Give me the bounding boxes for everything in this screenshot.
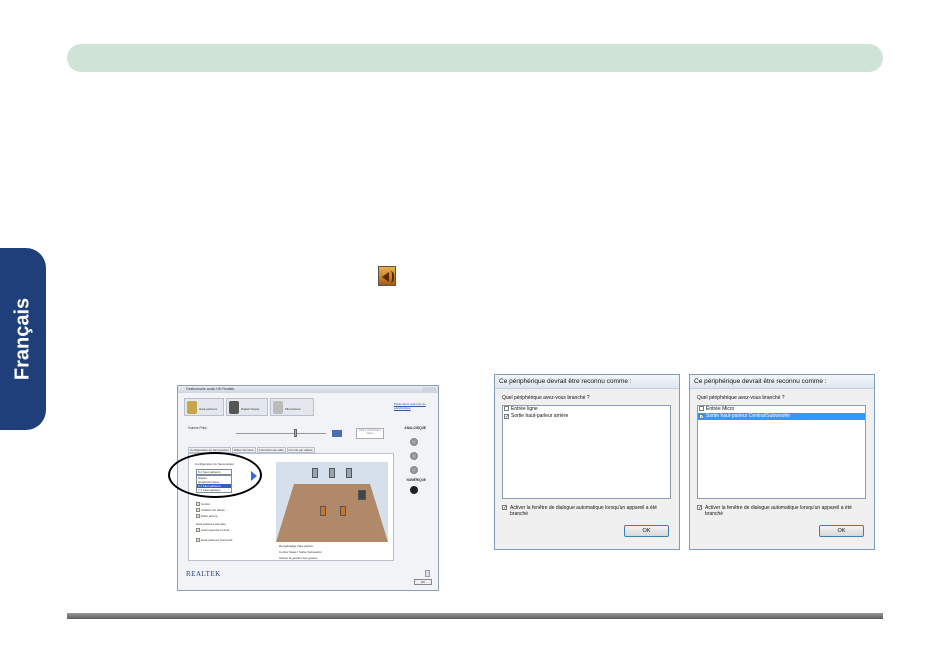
- check-rear-pair[interactable]: Paire arrière: [196, 514, 218, 519]
- dialog-1-ok-button[interactable]: OK: [624, 525, 669, 537]
- check-subwoofer-label: Caisson de basse: [201, 508, 225, 512]
- subwoofer-icon[interactable]: [358, 490, 366, 500]
- language-label: Français: [11, 297, 34, 381]
- list-item-label: Sortie haut-parleur arrière: [511, 413, 569, 419]
- digital-jack[interactable]: [410, 486, 418, 494]
- dialog-2-question: Quel périphérique avez-vous branché ?: [697, 395, 785, 401]
- list-item-selected[interactable]: ✓ Sortie haut-parleur Central/Subwoofer: [698, 413, 865, 420]
- checkbox[interactable]: [699, 406, 704, 411]
- option-center-swap[interactable]: Centre Swap / Sortie Subwoofer: [279, 550, 322, 554]
- header-bar: [67, 44, 883, 72]
- device-detection-dialog-2: Ce périphérique devrait être reconnu com…: [689, 374, 875, 550]
- analog-label: ANALOGIQUE: [404, 426, 426, 430]
- mute-button[interactable]: [332, 430, 342, 437]
- dialog-1-device-list: Entrée ligne ✓ Sortie haut-parleur arrièr…: [502, 405, 671, 499]
- device-tabs: Haut-parleurs Digital Output Microphone: [184, 398, 314, 418]
- volume-label: Volume Princ.: [188, 426, 208, 430]
- list-item-label: Entrée Micro: [706, 406, 735, 412]
- analog-jack-2[interactable]: [410, 452, 418, 460]
- check-rear-label: Paire arrière: [201, 514, 218, 518]
- sound-wave-shape: [390, 271, 394, 283]
- dialog-1-title: Ce périphérique devrait être reconnu com…: [495, 375, 679, 389]
- list-item-label: Entrée ligne: [511, 406, 538, 412]
- list-item[interactable]: Entrée ligne: [503, 406, 670, 413]
- checkbox[interactable]: [196, 508, 200, 513]
- tab-microphone[interactable]: Microphone: [270, 398, 314, 416]
- option-bass-management[interactable]: Activer la gestion des graves: [279, 556, 317, 560]
- footer-rule: [67, 613, 883, 619]
- room-floor: [276, 484, 388, 542]
- checkbox-checked[interactable]: ✓: [697, 505, 702, 511]
- checkbox-checked[interactable]: ✓: [502, 505, 507, 511]
- dialog-1-auto-popup-option[interactable]: ✓ Activer la fenêtre de dialogue automat…: [502, 505, 674, 517]
- checkbox[interactable]: [196, 528, 200, 533]
- digital-label: NUMÉRIQUE: [406, 478, 426, 482]
- checkbox[interactable]: [504, 406, 509, 411]
- set-default-button[interactable]: Définir périphérique défaut: [356, 428, 384, 439]
- info-icon[interactable]: [425, 570, 430, 577]
- checkbox[interactable]: [196, 538, 200, 543]
- checkbox[interactable]: [196, 502, 200, 507]
- realtek-ok-button[interactable]: OK: [414, 579, 432, 585]
- front-right-speaker-icon[interactable]: [346, 468, 352, 478]
- list-item-label: Sortie haut-parleur Central/Subwoofer: [706, 413, 791, 419]
- dialog-2-auto-popup-option[interactable]: ✓ Activer la fenêtre de dialogue automat…: [697, 505, 869, 517]
- option-speaker-fill[interactable]: Remplissage haut-parleur: [279, 544, 313, 548]
- volume-slider-track[interactable]: [236, 433, 326, 434]
- analog-jack-1[interactable]: [410, 438, 418, 446]
- checkbox-checked[interactable]: ✓: [504, 414, 509, 420]
- check-subwoofer[interactable]: Caisson de basse: [196, 508, 225, 513]
- dialog-1-question: Quel périphérique avez-vous branché ?: [502, 395, 590, 401]
- tab-microphone-label: Microphone: [285, 407, 301, 411]
- check-front-lr[interactable]: Avant gauche et droit: [196, 528, 230, 533]
- speaker-cone-shape: [382, 272, 389, 282]
- speaker-icon: [378, 266, 396, 286]
- language-side-tab: Français: [0, 248, 46, 430]
- rear-right-speaker-icon[interactable]: [340, 506, 346, 516]
- check-surround-label: Haut-parleurs Surround: [201, 538, 233, 542]
- tab-digital-output[interactable]: Digital Output: [226, 398, 268, 416]
- dialog-2-title: Ce périphérique devrait être reconnu com…: [690, 375, 874, 389]
- dialog-2-device-list: Entrée Micro ✓ Sortie haut-parleur Centra…: [697, 405, 866, 499]
- rear-left-speaker-icon[interactable]: [320, 506, 326, 516]
- tab-digital-label: Digital Output: [241, 407, 260, 411]
- auto-popup-label: Activer la fenêtre de dialogue automatiq…: [510, 505, 657, 517]
- list-item[interactable]: Entrée Micro: [698, 406, 865, 413]
- device-detection-dialog-1: Ce périphérique devrait être reconnu com…: [494, 374, 680, 550]
- analog-jack-3[interactable]: [410, 466, 418, 474]
- speaker-room-preview: [276, 462, 388, 542]
- checkbox-checked[interactable]: ✓: [699, 414, 704, 420]
- highlight-oval: [168, 452, 262, 498]
- dialog-2-ok-button[interactable]: OK: [819, 525, 864, 537]
- list-item[interactable]: ✓ Sortie haut-parleur arrière: [503, 413, 670, 420]
- realtek-window-title: Gestionnaire audio HD Realtek: [178, 386, 438, 393]
- auto-popup-label: Activer la fenêtre de dialogue automatiq…: [705, 505, 852, 517]
- speakers-icon: [187, 401, 197, 414]
- realtek-logo: REALTEK: [186, 570, 221, 578]
- front-left-speaker-icon[interactable]: [312, 468, 318, 478]
- check-center[interactable]: Centre: [196, 502, 211, 507]
- check-surround[interactable]: Haut-parleurs Surround: [196, 538, 233, 543]
- check-front-label: Avant gauche et droit: [201, 528, 230, 532]
- window-controls[interactable]: [422, 387, 436, 392]
- checkbox[interactable]: [196, 514, 200, 519]
- tab-speakers-label: Haut-parleurs: [199, 407, 218, 411]
- center-speaker-icon[interactable]: [329, 468, 335, 478]
- tab-speakers[interactable]: Haut-parleurs: [184, 398, 224, 416]
- advanced-settings-link[interactable]: Paramètres avancés du périphérique: [394, 402, 432, 410]
- digital-output-icon: [229, 401, 239, 414]
- volume-slider-knob[interactable]: [294, 429, 297, 437]
- microphone-icon: [273, 401, 283, 414]
- check-center-label: Centre: [201, 502, 211, 506]
- full-range-group-label: Haut-parleurs étendue: [196, 522, 226, 526]
